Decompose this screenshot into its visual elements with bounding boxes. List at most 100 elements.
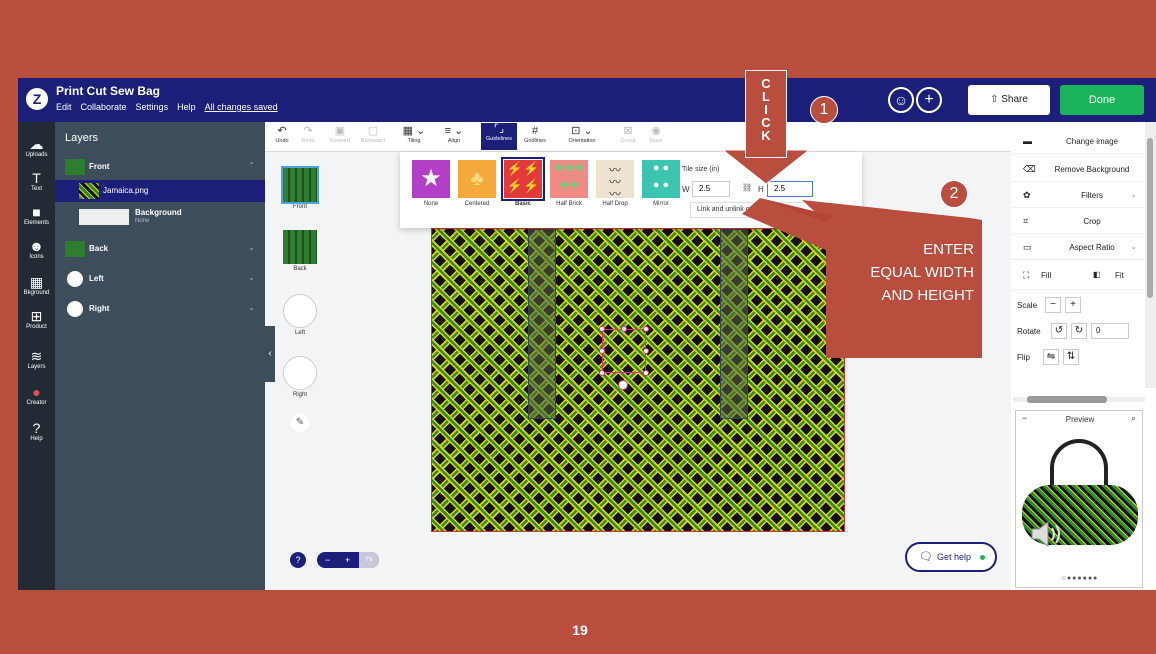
fill-label[interactable]: Fill [1041, 271, 1051, 280]
cross-pattern-icon: ✚✚✚ ✚✚ [550, 160, 588, 198]
rail-uploads[interactable]: ☁ Uploads [18, 136, 55, 158]
layer-back[interactable]: Back ⌄ [55, 238, 265, 260]
rotate-ccw-icon[interactable]: ↺ [1051, 323, 1067, 339]
flip-vertical-icon[interactable]: ⇅ [1063, 349, 1079, 365]
scale-down-button[interactable]: − [1045, 297, 1061, 313]
layer-background[interactable]: Background None [55, 204, 265, 232]
filters-row[interactable]: ✿ Filters ⌄ [1011, 182, 1145, 208]
layer-left[interactable]: Left ⌄ [55, 268, 265, 290]
menu-collaborate[interactable]: Collaborate [81, 102, 127, 112]
rail-background[interactable]: ▦ Bkground [18, 274, 55, 296]
rotate-cw-icon[interactable]: ↻ [1071, 323, 1087, 339]
get-help-button[interactable]: 🗨 Get help [905, 542, 997, 572]
eraser-icon: ⌫ [1023, 164, 1036, 174]
rail-help[interactable]: ? Help [18, 420, 55, 442]
fit-label[interactable]: Fit [1115, 271, 1124, 280]
rail-layers[interactable]: ≋ Layers [18, 348, 55, 370]
menu-help[interactable]: Help [177, 102, 196, 112]
resize-handle[interactable] [643, 326, 649, 332]
rail-icons[interactable]: ☻ Icons [18, 238, 55, 260]
resize-handle[interactable] [599, 348, 605, 354]
layer-jamaica[interactable]: Jamaica.png [55, 180, 265, 202]
carousel-dots[interactable]: ○●●●●●● [1016, 575, 1144, 582]
user-avatar-icon[interactable]: ☺ [888, 87, 914, 113]
resize-handle[interactable] [643, 348, 649, 354]
forward-button[interactable]: ▣ Forward [327, 125, 353, 144]
rotate-input[interactable]: 0 [1091, 323, 1129, 339]
chevron-down-icon[interactable]: ⌄ [248, 303, 255, 312]
tile-mirror[interactable]: ● ● ● ● Mirror [642, 160, 680, 207]
speaker-icon[interactable] [1030, 519, 1064, 549]
done-button[interactable]: Done [1060, 85, 1144, 115]
tile-basic[interactable]: ⚡⚡ ⚡⚡ Basic [501, 157, 545, 207]
rail-product[interactable]: ⊞ Product [18, 308, 55, 330]
zoom-fit-button[interactable]: Fit [359, 552, 379, 568]
props-scroll-thumb[interactable] [1147, 138, 1153, 298]
side-front[interactable]: Front [281, 166, 319, 210]
undo-button[interactable]: ↶ Undo [273, 125, 291, 144]
menu-settings[interactable]: Settings [136, 102, 169, 112]
smiley-icon: ☻ [29, 238, 44, 254]
circle-thumbnail [67, 271, 83, 287]
horizontal-scrollbar[interactable] [1013, 396, 1145, 404]
click-annotation: C L I C K [745, 70, 787, 158]
tile-none[interactable]: ★ None [412, 160, 450, 207]
crop-row[interactable]: ⌗ Crop [1011, 208, 1145, 234]
side-left[interactable]: Left [283, 294, 317, 336]
guidelines-button[interactable]: ⌜⌟ Guidelines [481, 123, 517, 150]
selection-box[interactable] [599, 326, 649, 390]
tile-centered[interactable]: ♣ Centered [458, 160, 496, 207]
get-help-label: Get help [937, 552, 972, 562]
chevron-down-icon[interactable]: ⌄ [248, 273, 255, 282]
mask-button[interactable]: ◉ Mask [645, 125, 667, 144]
align-button[interactable]: ≡ ⌄ Align [439, 125, 469, 144]
zoom-in-button[interactable]: + [345, 552, 350, 568]
tiling-button[interactable]: ▦ ⌄ Tiling [399, 125, 429, 144]
save-status[interactable]: All changes saved [205, 102, 278, 112]
zazzle-logo[interactable]: Z [26, 88, 48, 110]
collapse-panel-handle[interactable]: ‹ [265, 326, 275, 382]
tile-half-drop[interactable]: 〰〰〰 Half Drop [596, 160, 634, 207]
rail-creator[interactable]: ● Creator [18, 384, 55, 406]
menu-edit[interactable]: Edit [56, 102, 72, 112]
orientation-icon: ⊡ ⌄ [571, 125, 593, 137]
flip-horizontal-icon[interactable]: ⇋ [1043, 349, 1059, 365]
pin-icon[interactable]: ✎ [291, 414, 309, 432]
redo-button[interactable]: ↷ Redo [299, 125, 317, 144]
side-right[interactable]: Right [283, 356, 317, 398]
zoom-search-icon[interactable]: ⌕ [1131, 413, 1136, 424]
rail-elements[interactable]: ■ Elements [18, 204, 55, 226]
remove-background-row[interactable]: ⌫ Remove Background [1011, 156, 1145, 182]
chevron-up-icon[interactable]: ⌃ [248, 161, 255, 170]
change-image-row[interactable]: ▬ Change image [1011, 128, 1145, 154]
strap-guide-left [528, 229, 556, 419]
rail-text[interactable]: T Text [18, 170, 55, 192]
orientation-button[interactable]: ⊡ ⌄ Orientation [557, 125, 607, 144]
side-back[interactable]: Back [283, 230, 317, 272]
share-button[interactable]: ⇧ Share [968, 85, 1050, 115]
chevron-down-icon: ⌄ [1130, 190, 1137, 199]
chevron-down-icon[interactable]: ⌄ [248, 243, 255, 252]
layer-right[interactable]: Right ⌄ [55, 298, 265, 320]
resize-handle[interactable] [599, 370, 605, 376]
rotate-handle-icon[interactable] [618, 380, 628, 390]
scroll-thumb[interactable] [1027, 396, 1107, 403]
help-question-icon[interactable]: ? [290, 552, 306, 568]
resize-handle[interactable] [643, 370, 649, 376]
aspect-ratio-row[interactable]: ▭ Aspect Ratio ⌄ [1011, 234, 1145, 260]
tile-size-label: Tile size (in) [682, 166, 720, 173]
rotate-row: Rotate ↺ ↻ 0 [1011, 318, 1145, 344]
backward-icon: ▢ [367, 125, 379, 137]
resize-handle[interactable] [621, 326, 627, 332]
group-button[interactable]: ⊠ Group [617, 125, 639, 144]
scale-up-button[interactable]: + [1065, 297, 1081, 313]
gridlines-button[interactable]: # Gridlines [521, 125, 549, 144]
tile-half-brick[interactable]: ✚✚✚ ✚✚ Half Brick [550, 160, 588, 207]
fill-icon[interactable]: ⛶ [1023, 270, 1029, 281]
resize-handle[interactable] [599, 326, 605, 332]
layer-front[interactable]: Front ⌃ [55, 156, 265, 178]
add-collaborator-icon[interactable]: + [916, 87, 942, 113]
zoom-out-button[interactable]: − [325, 552, 330, 568]
backward-button[interactable]: ▢ Backward [357, 125, 389, 144]
fit-icon[interactable]: ◧ [1093, 270, 1101, 279]
